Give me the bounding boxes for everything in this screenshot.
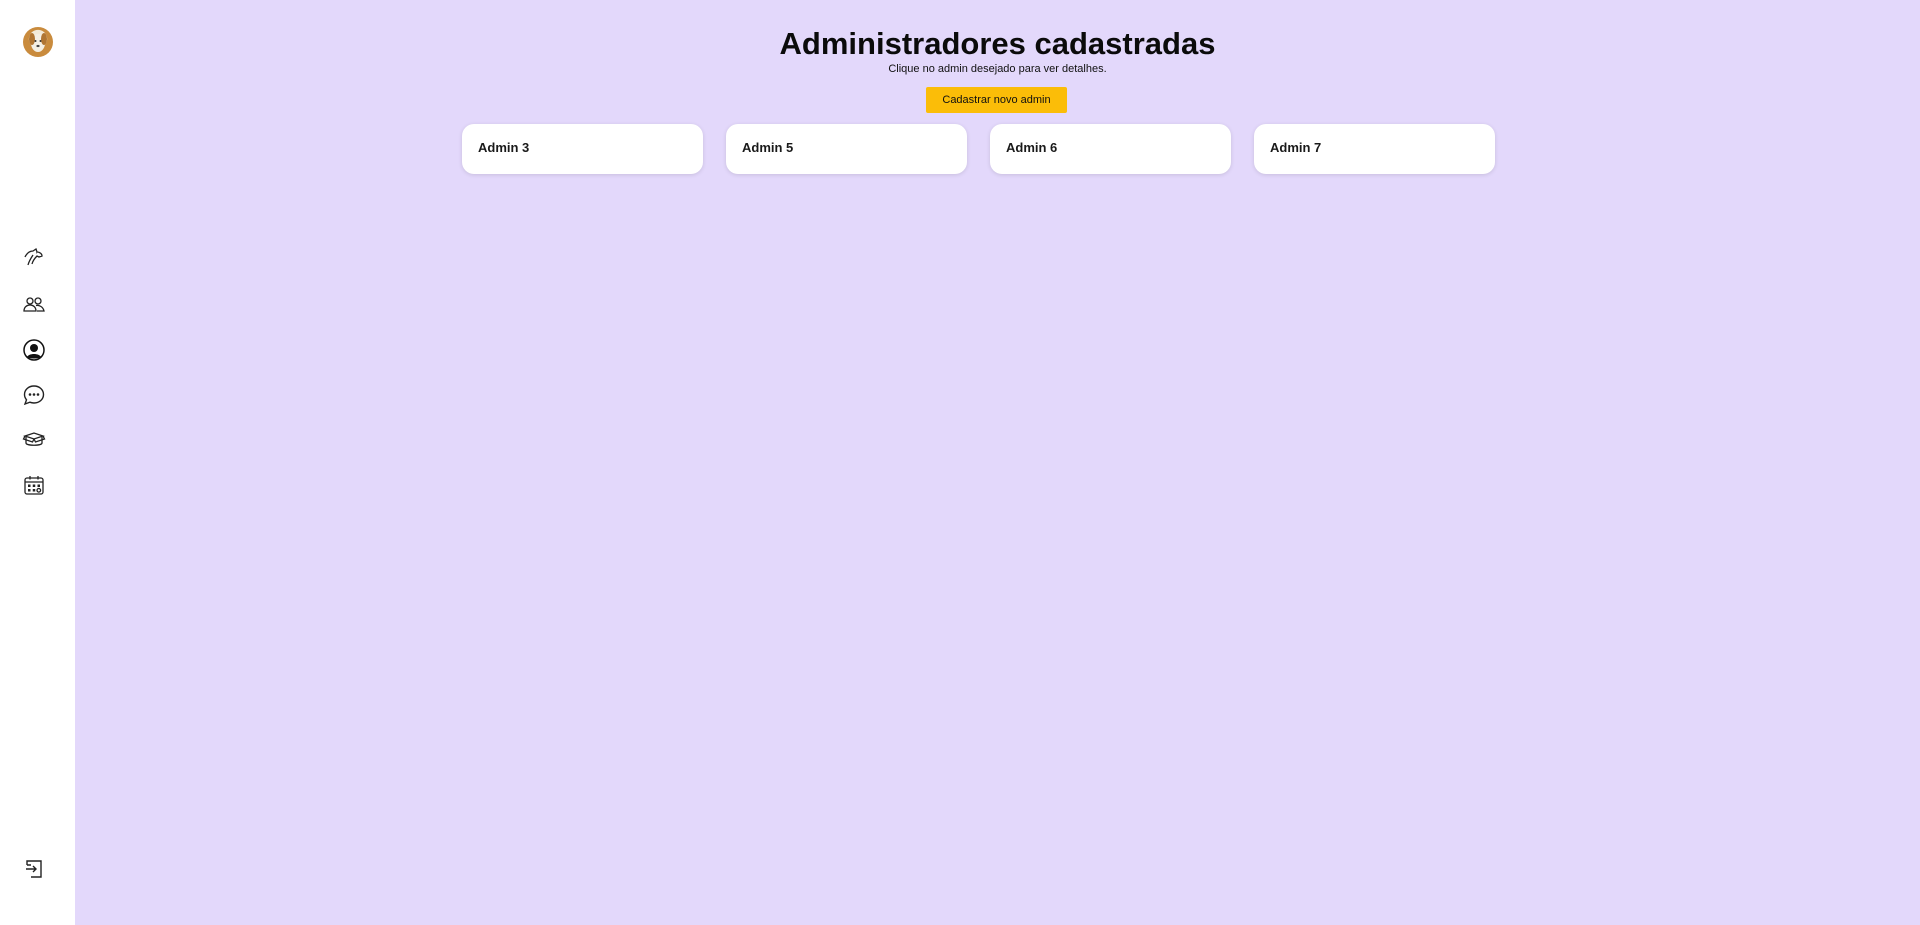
page-subtitle: Clique no admin desejado para ver detalh… xyxy=(888,63,1107,75)
nav-box[interactable] xyxy=(20,426,48,454)
calendar-icon xyxy=(24,476,44,495)
admin-card-name: Admin 5 xyxy=(742,140,794,155)
box-icon xyxy=(22,432,46,446)
admin-card[interactable]: Admin 7 xyxy=(1254,124,1495,174)
nav-calendar[interactable] xyxy=(20,471,48,499)
nav-users[interactable] xyxy=(20,290,48,318)
avatar-dog-image xyxy=(29,33,47,52)
register-new-admin-button[interactable]: Cadastrar novo admin xyxy=(926,87,1067,113)
users-icon xyxy=(23,297,45,312)
sidebar xyxy=(0,0,75,925)
admin-card-name: Admin 6 xyxy=(1006,140,1058,155)
admin-card-name: Admin 3 xyxy=(478,140,530,155)
user-circle-icon xyxy=(23,339,45,361)
nav-dog[interactable] xyxy=(20,243,48,271)
nav-chat[interactable] xyxy=(20,381,48,409)
logout-icon xyxy=(26,860,42,878)
admin-card[interactable]: Admin 6 xyxy=(990,124,1231,174)
chat-icon xyxy=(23,385,45,406)
nav-profile[interactable] xyxy=(20,336,48,364)
dog-icon xyxy=(24,247,43,266)
admin-card[interactable]: Admin 3 xyxy=(462,124,703,174)
main-content: Administradores cadastradas Clique no ad… xyxy=(75,0,1920,925)
page-title: Administradores cadastradas xyxy=(779,26,1216,61)
nav-logout[interactable] xyxy=(20,855,48,883)
admin-card-name: Admin 7 xyxy=(1270,140,1322,155)
admin-card[interactable]: Admin 5 xyxy=(726,124,967,174)
user-avatar[interactable] xyxy=(23,27,53,57)
